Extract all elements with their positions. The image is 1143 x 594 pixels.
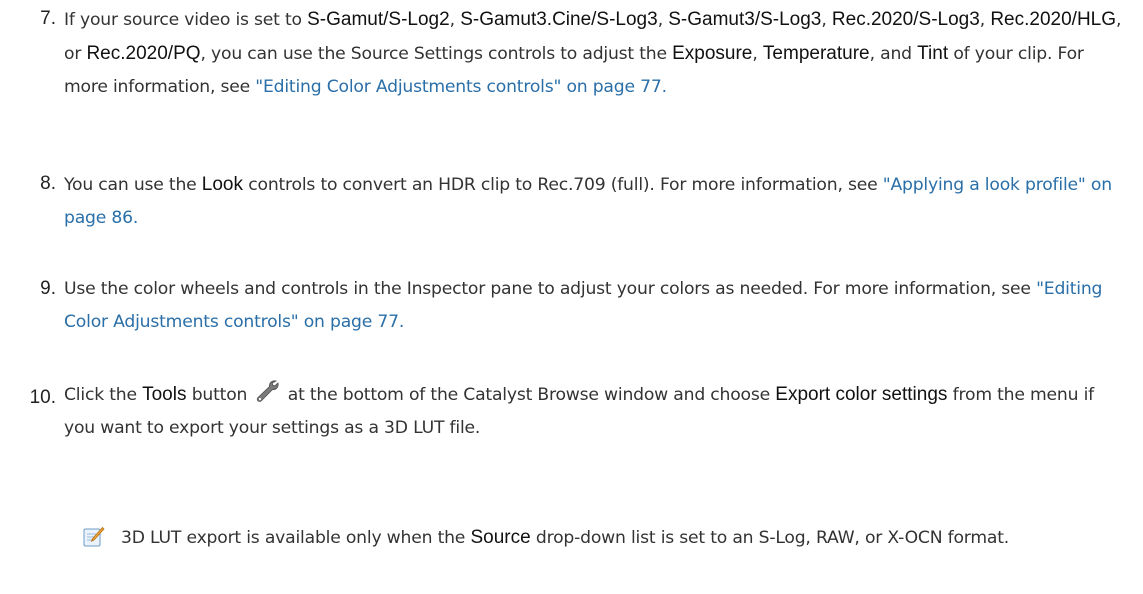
ui-term: Tools [142,384,187,405]
ui-term: Rec.2020/S-Log3 [831,9,980,30]
ui-term: Source [470,527,531,548]
step-text: You can use the Look controls to convert… [64,168,1129,235]
text-run: , and [869,44,918,64]
text-run: , [449,10,461,30]
document-page: 7. If your source video is set to S-Gamu… [0,0,1143,594]
note-pencil-icon [83,526,105,548]
step-text: Use the color wheels and controls in the… [64,273,1129,339]
text-run: Use the color wheels and controls in the… [64,279,1037,299]
ui-term: Look [201,174,243,195]
ui-term: Temperature [762,43,870,64]
step-number: 10. [29,387,56,408]
text-run: controls to convert an HDR clip to Rec.7… [242,175,883,195]
text-run: 3D LUT export is available only when the [121,528,471,548]
note-text: 3D LUT export is available only when the… [121,521,1129,555]
step-number: 7. [40,8,56,29]
ui-term: S-Gamut3.Cine/S-Log3 [460,9,658,30]
text-run: Click the [64,385,143,405]
cross-reference-link[interactable]: "Editing Color Adjustments controls" on … [255,77,667,97]
text-run: , you can use the Source Settings contro… [200,44,673,64]
text-run: drop-down list is set to an S-Log, RAW, … [530,528,1010,548]
text-run: , [752,44,763,64]
ui-term: Rec.2020/PQ [86,43,201,64]
ui-term: Export color settings [775,384,948,405]
ui-term: S-Gamut/S-Log2 [307,9,450,30]
text-run: You can use the [64,175,202,195]
step-number: 8. [40,173,56,194]
text-run: , [979,10,991,30]
text-run: If your source video is set to [64,10,308,30]
text-run: , [657,10,669,30]
text-run: button [186,385,253,405]
wrench-icon [254,379,280,403]
text-run: , [821,10,832,30]
step-text: Click the Tools button at the bottom of … [64,378,1129,445]
step-text: If your source video is set to S-Gamut/S… [64,3,1129,104]
ui-term: Tint [917,43,949,64]
ui-term: Exposure [672,43,753,64]
text-run: at the bottom of the Catalyst Browse win… [282,385,776,405]
step-number: 9. [40,278,56,299]
ui-term: S-Gamut3/S-Log3 [668,9,822,30]
ui-term: Rec.2020/HLG [990,9,1117,30]
